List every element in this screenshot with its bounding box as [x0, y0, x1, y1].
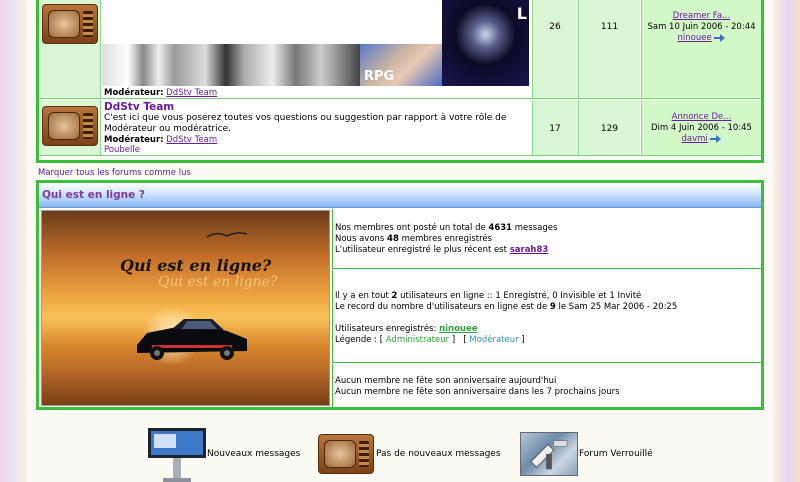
last-post-date: Sam 10 Juin 2006 - 20:44 [647, 22, 756, 32]
tv-icon [42, 4, 98, 44]
goto-last-post-icon[interactable] [714, 33, 726, 42]
birthdays: Aucun membre ne fête son anniversaire au… [332, 364, 761, 407]
legend-line: Légende : [ Administrateur ] [ Modérateu… [335, 335, 525, 345]
topics-count: 26 [532, 0, 577, 98]
topics-count: 17 [532, 100, 577, 155]
kiosk-icon [148, 428, 206, 482]
banner-mask-text: L [516, 4, 527, 23]
moderator-link[interactable]: DdStv Team [166, 135, 217, 145]
total-posts: 4631 [488, 223, 513, 233]
subforum-link[interactable]: Poubelle [104, 145, 140, 155]
forum-description-cell: DdStv Team C'est ici que vous poserez to… [102, 100, 531, 155]
forum-title-link[interactable]: DdStv Team [104, 101, 174, 113]
who-is-online-box: Qui est en ligne ? Qui est en ligne? Qui… [36, 180, 764, 410]
forum-table: RPG L Modérateur: DdStv Team 26 111 Drea… [36, 0, 764, 163]
satellite-icon [520, 432, 578, 476]
legend-new-posts: Nouveaux messages [207, 449, 301, 459]
post-stats: Nos membres ont posté un total de 4631 m… [332, 209, 761, 269]
page-container: RPG L Modérateur: DdStv Team 26 111 Drea… [30, 0, 770, 482]
posts-count: 129 [578, 100, 640, 155]
last-post-cell: Dreamer Fa... Sam 10 Juin 2006 - 20:44 n… [641, 0, 761, 98]
birthdays-week: Aucun membre ne fête son anniversaire da… [335, 387, 620, 397]
mark-all-read-link[interactable]: Marquer tous les forums comme lus [38, 168, 191, 178]
who-is-online-header: Qui est en ligne ? [39, 183, 761, 208]
moderator-line: Modérateur: DdStv Team [104, 88, 217, 98]
forum-status-cell [39, 100, 101, 155]
moderator-label: Modérateur: [104, 135, 164, 145]
image-title: Qui est en ligne? [120, 256, 272, 275]
online-users: Il y a en tout 2 utilisateurs en ligne :… [332, 270, 761, 363]
car-icon [137, 319, 247, 360]
legend-locked: Forum Verrouillé [579, 449, 653, 459]
total-members: 48 [387, 234, 399, 244]
last-post-title[interactable]: Dreamer Fa... [673, 11, 730, 21]
registered-users-line: Utilisateurs enregistrés: ninouee [335, 324, 478, 334]
last-post-author[interactable]: ninouee [678, 33, 712, 43]
last-post-title[interactable]: Annonce De... [672, 112, 732, 122]
forum-row: RPG L Modérateur: DdStv Team 26 111 Drea… [39, 0, 761, 99]
newest-user-line: L'utilisateur enregistré le plus récent … [335, 245, 549, 255]
banner-rpg-text: RPG [364, 69, 395, 84]
forum-description-cell: RPG L Modérateur: DdStv Team [102, 0, 531, 98]
last-post-author[interactable]: davmi [682, 134, 708, 144]
forum-description: C'est ici que vous poserez toutes vos qu… [104, 113, 507, 134]
online-stats-panel: Nos membres ont posté un total de 4631 m… [332, 209, 761, 407]
newest-user-link[interactable]: sarah83 [510, 245, 549, 255]
forum-banner-image[interactable]: RPG L [102, 0, 529, 86]
image-title-echo: Qui est en ligne? [158, 274, 278, 290]
last-post-cell: Annonce De... Dim 4 Juin 2006 - 10:45 da… [641, 100, 761, 155]
who-is-online-image: Qui est en ligne? Qui est en ligne? [41, 210, 330, 406]
total-posts-line: Nos membres ont posté un total de 4631 m… [335, 223, 558, 233]
total-members-line: Nous avons 48 membres enregistrés [335, 234, 493, 244]
posts-count: 111 [578, 0, 640, 98]
legend-admin: Administrateur [385, 335, 450, 345]
forum-status-cell [39, 0, 101, 98]
online-count-line: Il y a en tout 2 utilisateurs en ligne :… [335, 291, 642, 301]
bird-icon [207, 232, 247, 238]
forum-row: DdStv Team C'est ici que vous poserez to… [39, 100, 761, 156]
record-line: Le record du nombre d'utilisateurs en li… [335, 302, 678, 312]
moderator-label: Modérateur: [104, 88, 164, 98]
tv-icon [42, 106, 98, 146]
goto-last-post-icon[interactable] [710, 134, 722, 143]
online-user-link[interactable]: ninouee [439, 324, 477, 334]
tv-icon [318, 434, 374, 474]
legend-moderator: Modérateur [469, 335, 519, 345]
birthdays-today: Aucun membre ne fête son anniversaire au… [335, 376, 557, 386]
legend-no-new-posts: Pas de nouveaux messages [376, 449, 501, 459]
moderator-line: Modérateur: DdStv Team [104, 135, 217, 145]
last-post-date: Dim 4 Juin 2006 - 10:45 [651, 123, 752, 133]
moderator-link[interactable]: DdStv Team [166, 88, 217, 98]
